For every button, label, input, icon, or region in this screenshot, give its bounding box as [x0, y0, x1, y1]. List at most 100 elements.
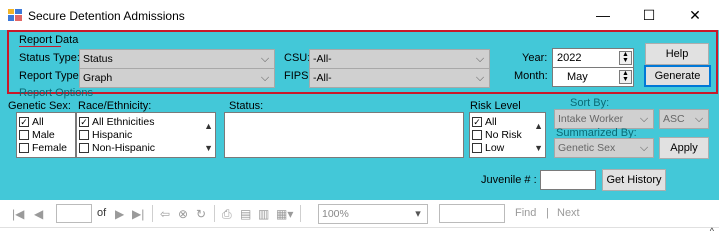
- scroll-down-icon[interactable]: ▼: [534, 143, 543, 153]
- sort-by-select[interactable]: Intake Worker ⌵: [554, 109, 654, 129]
- checkbox-icon[interactable]: [472, 130, 482, 140]
- help-button[interactable]: Help: [645, 43, 709, 65]
- chevron-down-icon: ⌵: [639, 113, 649, 125]
- chevron-down-icon: ⌵: [260, 53, 270, 65]
- app-icon: [8, 9, 22, 21]
- sort-order-select[interactable]: ASC ⌵: [659, 109, 709, 129]
- chevron-down-icon: ⌵: [475, 53, 485, 65]
- scroll-down-icon[interactable]: ▼: [204, 143, 213, 153]
- export-icon[interactable]: ▦▾: [276, 207, 293, 221]
- list-item[interactable]: ✓ All: [19, 116, 44, 128]
- toolbar-separator: [152, 205, 153, 222]
- checkbox-icon[interactable]: [79, 143, 89, 153]
- find-link[interactable]: Find: [515, 207, 536, 219]
- fips-select[interactable]: -All- ⌵: [309, 68, 490, 88]
- checkbox-icon[interactable]: [79, 130, 89, 140]
- month-label: Month:: [514, 70, 548, 82]
- stop-icon[interactable]: ⊗: [178, 207, 188, 221]
- report-data-underline: [19, 46, 61, 47]
- last-page-icon[interactable]: ▶|: [132, 207, 144, 221]
- checkbox-checked-icon[interactable]: ✓: [472, 117, 482, 127]
- scroll-up-icon[interactable]: ^: [710, 226, 714, 236]
- risk-level-list[interactable]: ✓ All No Risk Low ▲ ▼: [469, 112, 546, 158]
- report-type-label: Report Type:: [19, 70, 82, 82]
- month-stepper[interactable]: May ▲ ▼: [552, 67, 634, 87]
- list-item[interactable]: No Risk: [472, 129, 522, 141]
- page-number-input[interactable]: [56, 204, 92, 223]
- minimize-icon: —: [596, 7, 610, 23]
- next-page-icon[interactable]: ▶: [115, 207, 124, 221]
- summarized-by-select[interactable]: Genetic Sex ⌵: [554, 138, 654, 158]
- spin-arrows-icon[interactable]: ▲ ▼: [619, 51, 632, 65]
- close-icon: ✕: [689, 6, 701, 23]
- back-icon[interactable]: ⇦: [160, 207, 170, 221]
- apply-button[interactable]: Apply: [659, 137, 709, 159]
- zoom-value: 100%: [322, 208, 349, 220]
- next-link[interactable]: Next: [557, 207, 580, 219]
- list-item[interactable]: ✓ All Ethnicities: [79, 116, 154, 128]
- year-label: Year:: [522, 52, 548, 64]
- csu-select[interactable]: -All- ⌵: [309, 49, 490, 69]
- chevron-down-icon: ▾: [415, 208, 421, 220]
- csu-value: -All-: [313, 53, 332, 65]
- list-item[interactable]: Hispanic: [79, 129, 132, 141]
- title-bar: Secure Detention Admissions — ☐ ✕: [0, 0, 719, 30]
- report-type-value: Graph: [83, 72, 113, 84]
- checkbox-icon[interactable]: [19, 130, 29, 140]
- generate-button[interactable]: Generate: [644, 65, 711, 87]
- risk-level-label: Risk Level: [470, 100, 521, 112]
- month-value: May: [567, 71, 588, 83]
- sort-order-value: ASC: [663, 113, 685, 125]
- close-button[interactable]: ✕: [672, 0, 718, 30]
- list-item[interactable]: ✓ All: [472, 116, 497, 128]
- list-item[interactable]: Low: [472, 142, 504, 154]
- page-setup-icon[interactable]: ▥: [258, 207, 269, 221]
- previous-page-icon[interactable]: ◀: [34, 207, 43, 221]
- toolbar-separator: [214, 205, 215, 222]
- chevron-down-icon: ⌵: [260, 72, 270, 84]
- checkbox-checked-icon[interactable]: ✓: [19, 117, 29, 127]
- chevron-down-icon: ⌵: [694, 113, 704, 125]
- status-type-select[interactable]: Status ⌵: [79, 49, 275, 69]
- checkbox-icon[interactable]: [19, 143, 29, 153]
- status-type-value: Status: [83, 53, 113, 65]
- chevron-down-icon: ⌵: [475, 72, 485, 84]
- checkbox-icon[interactable]: [472, 143, 482, 153]
- minimize-button[interactable]: —: [580, 0, 626, 30]
- juvenile-number-label: Juvenile # :: [481, 174, 537, 186]
- status-list[interactable]: [224, 112, 464, 158]
- checkbox-checked-icon[interactable]: ✓: [79, 117, 89, 127]
- juvenile-number-input[interactable]: [540, 170, 596, 190]
- fips-value: -All-: [313, 72, 332, 84]
- year-stepper[interactable]: 2022 ▲ ▼: [552, 48, 634, 68]
- spin-arrows-icon[interactable]: ▲ ▼: [619, 70, 632, 84]
- genetic-sex-list[interactable]: ✓ All Male Female: [16, 112, 76, 158]
- refresh-icon[interactable]: ↻: [196, 207, 206, 221]
- find-input[interactable]: [439, 204, 505, 223]
- print-icon[interactable]: ⎙: [222, 207, 232, 222]
- race-ethnicity-list[interactable]: ✓ All Ethnicities Hispanic Non-Hispanic ▲…: [76, 112, 216, 158]
- report-type-select[interactable]: Graph ⌵: [79, 68, 275, 88]
- scroll-up-icon[interactable]: ▲: [204, 121, 213, 131]
- find-separator: |: [546, 207, 549, 219]
- first-page-icon[interactable]: |◀: [12, 207, 24, 221]
- scroll-up-icon[interactable]: ▲: [534, 121, 543, 131]
- race-ethnicity-label: Race/Ethnicity:: [78, 100, 152, 112]
- list-item[interactable]: Male: [19, 129, 55, 141]
- maximize-button[interactable]: ☐: [626, 0, 672, 30]
- report-data-label: Report Data: [19, 34, 79, 46]
- list-item[interactable]: Female: [19, 142, 67, 154]
- fips-label: FIPS:: [284, 70, 312, 82]
- maximize-icon: ☐: [642, 6, 656, 23]
- window-title: Secure Detention Admissions: [28, 9, 185, 23]
- csu-label: CSU:: [284, 52, 311, 64]
- report-toolbar: |◀ ◀ of ▶ ▶| ⇦ ⊗ ↻ ⎙ ▤ ▥ ▦▾ 100% ▾ Find …: [0, 200, 719, 227]
- zoom-select[interactable]: 100% ▾: [318, 204, 428, 224]
- print-layout-icon[interactable]: ▤: [240, 207, 251, 221]
- status-type-label: Status Type:: [19, 52, 80, 64]
- page-of-label: of: [97, 207, 107, 219]
- report-viewer-area: ^: [0, 226, 719, 243]
- list-item[interactable]: Non-Hispanic: [79, 142, 155, 154]
- get-history-button[interactable]: Get History: [602, 169, 666, 191]
- sort-by-label: Sort By:: [570, 97, 610, 109]
